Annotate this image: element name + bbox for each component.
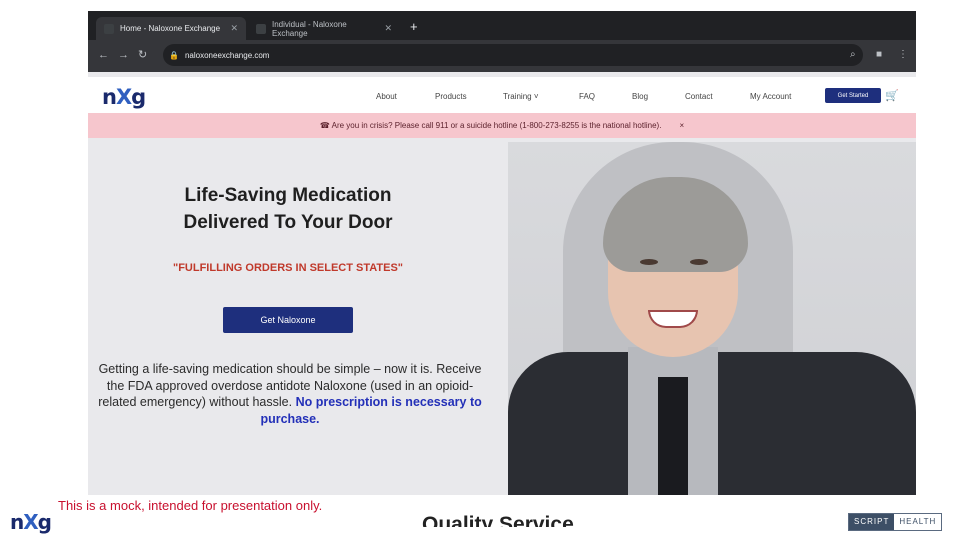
script-health-logo: SCRIPT HEALTH <box>848 513 943 531</box>
nav-about[interactable]: About <box>376 92 397 101</box>
nav-blog[interactable]: Blog <box>632 92 648 101</box>
back-icon[interactable]: ← <box>98 49 109 61</box>
nxg-logo[interactable]: nXg <box>102 85 146 109</box>
crisis-banner: ☎ Are you in crisis? Please call 911 or … <box>88 113 916 138</box>
quality-service-heading: Quality Service <box>422 513 574 527</box>
hero-subhead: "FULFILLING ORDERS IN SELECT STATES" <box>172 262 404 274</box>
forward-icon[interactable]: → <box>118 49 129 61</box>
hero-photo <box>508 142 916 495</box>
close-icon[interactable]: × <box>679 121 684 130</box>
menu-icon[interactable]: ⋮ <box>898 49 908 61</box>
tab-label: Home - Naloxone Exchange <box>120 24 221 33</box>
reload-icon[interactable]: ↻ <box>138 49 147 61</box>
nav-my-account[interactable]: My Account <box>750 92 791 101</box>
headline-line-1: Life-Saving Medication <box>184 185 392 206</box>
close-icon[interactable]: ✕ <box>230 23 238 34</box>
nxg-logo-footer: nXg <box>10 510 52 534</box>
tab-bar: Home - Naloxone Exchange ✕ Individual - … <box>88 11 916 40</box>
lock-icon: 🔒 <box>169 50 179 60</box>
url-field[interactable]: 🔒 naloxoneexchange.com <box>163 44 863 66</box>
tab-home[interactable]: Home - Naloxone Exchange ✕ <box>96 17 246 40</box>
logo-part-script: SCRIPT <box>849 514 895 530</box>
url-text: naloxoneexchange.com <box>184 50 270 60</box>
shirt-shape <box>658 377 688 495</box>
nav-products[interactable]: Products <box>435 92 467 101</box>
hero-headline: Life-Saving Medication Delivered To Your… <box>158 182 418 236</box>
website: nXg About Products Training ˅ FAQ Blog C… <box>88 72 916 495</box>
favicon-icon <box>104 23 114 34</box>
favicon-icon <box>256 23 266 34</box>
nav-faq[interactable]: FAQ <box>579 92 595 101</box>
tab-individual[interactable]: Individual - Naloxone Exchange ✕ <box>248 17 400 40</box>
new-tab-button[interactable]: + <box>410 19 418 35</box>
close-icon[interactable]: ✕ <box>384 23 392 34</box>
nav-contact[interactable]: Contact <box>685 92 713 101</box>
eyes-shape <box>640 259 710 267</box>
get-started-button[interactable]: Get Started <box>825 88 881 103</box>
site-navbar: nXg About Products Training ˅ FAQ Blog C… <box>88 77 916 113</box>
tab-label: Individual - Naloxone Exchange <box>272 19 347 38</box>
headline-line-2: Delivered To Your Door <box>183 212 393 233</box>
banner-text: ☎ Are you in crisis? Please call 911 or … <box>319 121 662 130</box>
cart-icon[interactable]: 🛒 <box>885 89 899 102</box>
profile-icon[interactable]: ■ <box>876 49 882 61</box>
zoom-icon[interactable]: ⌕ <box>850 49 856 61</box>
slide: Home - Naloxone Exchange ✕ Individual - … <box>0 0 960 540</box>
logo-part-health: HEALTH <box>894 514 942 530</box>
browser-window: Home - Naloxone Exchange ✕ Individual - … <box>88 11 916 495</box>
nav-training[interactable]: Training ˅ <box>503 92 539 101</box>
address-bar: ← → ↻ 🔒 naloxoneexchange.com ⌕ ■ ⋮ <box>88 40 916 72</box>
hero-description: Getting a life-saving medication should … <box>92 361 488 427</box>
get-naloxone-button[interactable]: Get Naloxone <box>223 307 353 333</box>
mock-disclaimer: This is a mock, intended for presentatio… <box>58 498 323 513</box>
